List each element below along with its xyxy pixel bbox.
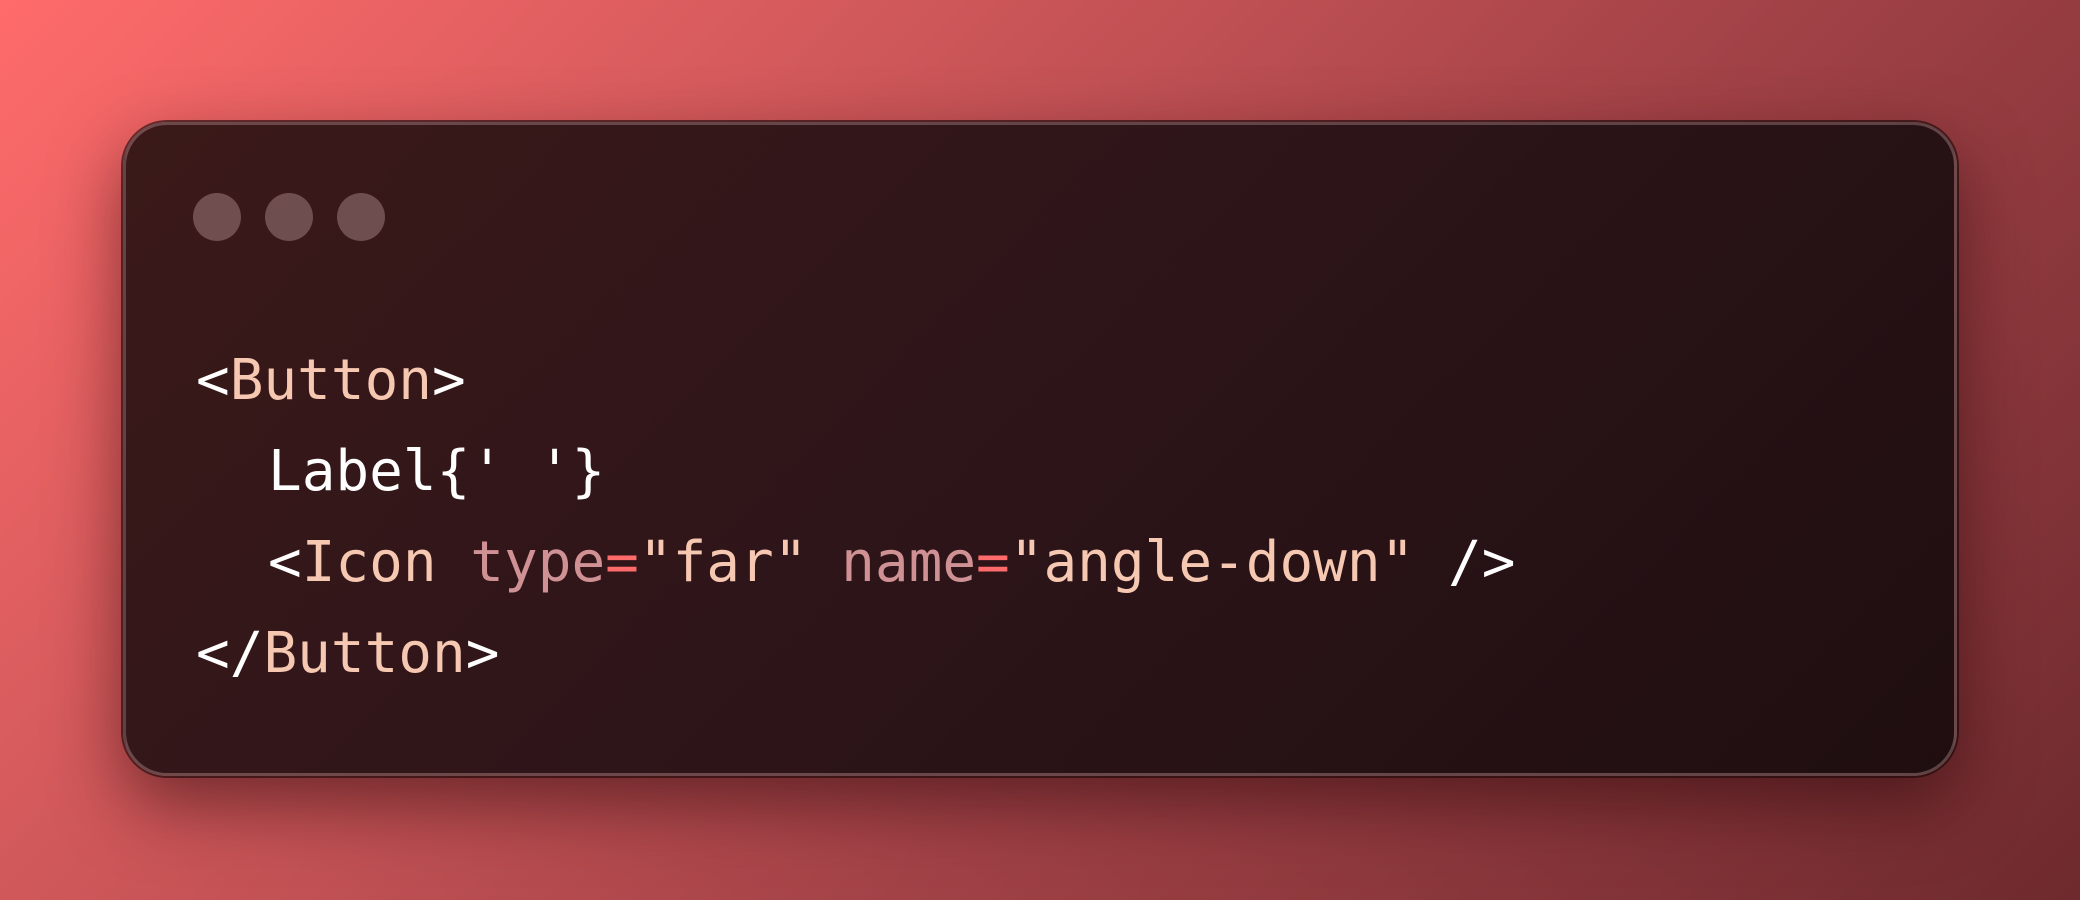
code-line-3: <Icon type="far" name="angle-down" /> <box>196 517 1515 608</box>
token-attribute-name: name <box>841 530 977 595</box>
token-expression: {' '} <box>436 439 606 504</box>
token-angle-open: < <box>196 348 230 413</box>
token-attribute-name: type <box>470 530 606 595</box>
token-angle-open: </ <box>196 621 264 686</box>
token-self-close: /> <box>1448 530 1516 595</box>
close-dot-icon[interactable] <box>193 193 241 241</box>
token-angle-close: > <box>432 348 466 413</box>
token-angle-open: < <box>268 530 302 595</box>
code-window: <Button> Label{' '} <Icon type="far" name=… <box>123 122 1957 776</box>
token-attribute-value: "angle-down" <box>1009 530 1415 595</box>
canvas: <Button> Label{' '} <Icon type="far" name=… <box>0 0 2080 900</box>
token-tag-name: Button <box>263 621 466 686</box>
maximize-dot-icon[interactable] <box>337 193 385 241</box>
code-line-2: Label{' '} <box>196 426 1515 517</box>
token-equals: = <box>605 530 639 595</box>
code-line-4: </Button> <box>196 608 1515 699</box>
token-label-text: Label <box>268 439 437 504</box>
code-line-1: <Button> <box>196 335 1515 426</box>
token-tag-name: Icon <box>301 530 437 595</box>
token-attribute-value: "far" <box>638 530 808 595</box>
token-angle-close: > <box>465 621 500 686</box>
code-block: <Button> Label{' '} <Icon type="far" name=… <box>196 335 1515 699</box>
token-equals: = <box>976 530 1010 595</box>
token-tag-name: Button <box>229 348 433 413</box>
minimize-dot-icon[interactable] <box>265 193 313 241</box>
window-controls <box>193 193 385 241</box>
